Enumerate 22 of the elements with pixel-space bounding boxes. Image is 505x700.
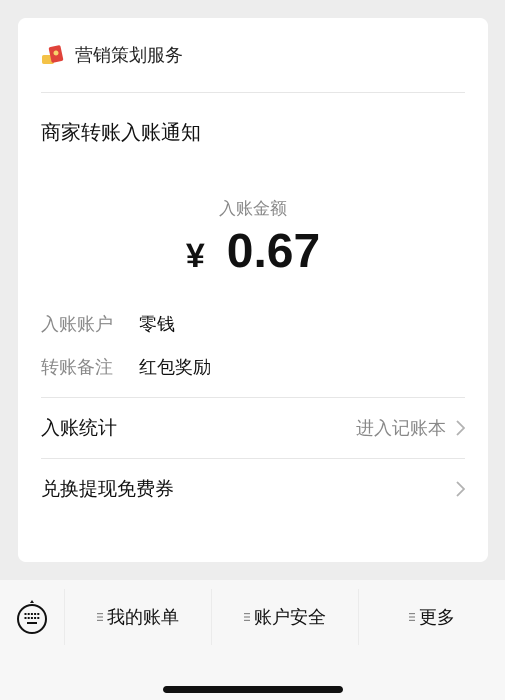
menu-lines-icon xyxy=(244,613,250,621)
link-row-label[interactable]: 兑换提现免费券 xyxy=(41,476,174,502)
detail-value: 红包奖励 xyxy=(139,356,211,379)
service-name: 营销策划服务 xyxy=(75,44,183,67)
menu-lines-icon xyxy=(97,613,103,621)
menu-button[interactable]: 更多 xyxy=(358,589,505,645)
detail-value: 零钱 xyxy=(139,313,175,336)
menu-button[interactable]: 账户安全 xyxy=(211,589,358,645)
detail-label: 入账账户 xyxy=(41,313,114,336)
envelope-icon xyxy=(41,45,65,65)
amount-label: 入账金额 xyxy=(218,198,288,220)
amount-value: 0.67 xyxy=(226,224,320,279)
link-row-label[interactable]: 入账统计 xyxy=(41,415,117,441)
link-hint[interactable]: 进入记账本 xyxy=(356,416,446,440)
chevron-right-icon xyxy=(456,420,465,436)
detail-label: 转账备注 xyxy=(41,356,114,379)
chevron-right-icon xyxy=(456,481,465,497)
menu-button[interactable]: 我的账单 xyxy=(64,589,211,645)
currency-symbol: ¥ xyxy=(186,237,205,276)
keyboard-icon[interactable] xyxy=(16,599,48,635)
notification-title: 商家转账入账通知 xyxy=(41,119,202,146)
menu-lines-icon xyxy=(409,613,415,621)
